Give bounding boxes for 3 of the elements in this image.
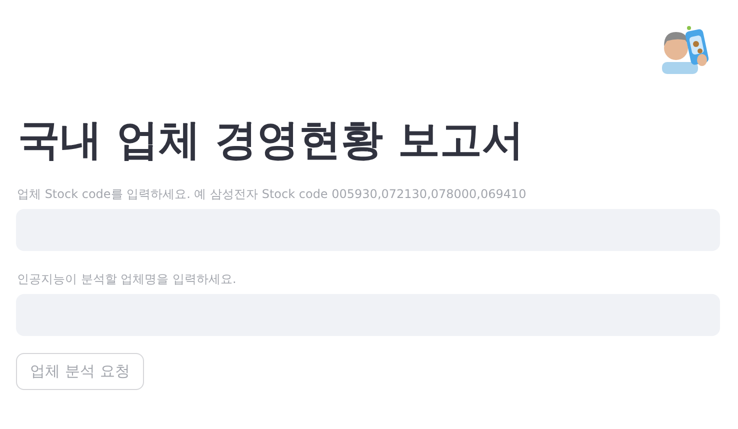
field-label: 업체 Stock code를 입력하세요. 예 삼성전자 Stock code 005930,072130,078000,069410 — [17, 186, 528, 202]
field-label: 인공지능이 분석할 업체명을 입력하세요. — [17, 271, 238, 287]
page-title: 국내 업체 경영현황 보고서 — [18, 114, 525, 166]
